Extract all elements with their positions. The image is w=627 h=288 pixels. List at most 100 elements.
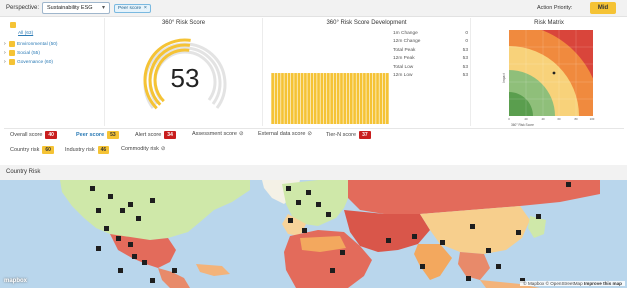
assessment-score[interactable]: Assessment score ⊘ <box>192 131 244 137</box>
action-priority-button[interactable]: Mid <box>590 2 616 14</box>
filter-chip-label: Peer score <box>118 6 142 11</box>
risk-score-title: 360° Risk Score <box>161 20 206 26</box>
perspective-label: Perspective: <box>6 5 40 11</box>
development-bar <box>310 73 314 124</box>
stat-row: 12m Change 0 <box>393 39 468 45</box>
risk-matrix-chart: Impact 0 20 40 60 80 100 360° Risk Score <box>502 30 595 127</box>
development-bar <box>294 73 297 124</box>
divider <box>4 128 624 129</box>
stat-row: 12m Low 53 <box>393 72 468 78</box>
stat-row: 12m Peak 53 <box>393 56 468 62</box>
alert-score[interactable]: Alert score 34 <box>135 131 176 139</box>
stat-row: Total Low 53 <box>393 64 468 70</box>
tier-n-score[interactable]: Tier-N score 37 <box>326 131 371 139</box>
region-japan[interactable] <box>528 216 546 238</box>
development-bar <box>277 73 281 124</box>
risk-matrix-panel: Risk Matrix Impact 0 20 40 60 80 100 360… <box>470 18 627 127</box>
checkbox-icon[interactable] <box>10 22 16 28</box>
external-data-score[interactable]: External data score ⊘ <box>258 131 312 137</box>
tree-item-governance[interactable]: › Governance (60) <box>4 58 53 66</box>
development-bar <box>323 73 327 124</box>
tree-item-label[interactable]: All (63) <box>18 31 33 36</box>
development-bar <box>353 73 356 124</box>
development-bar <box>297 73 301 124</box>
country-risk-map[interactable]: mapbox © Mapbox © OpenStreetMap Improve … <box>0 180 627 288</box>
improve-map-link[interactable]: Improve this map <box>584 281 622 286</box>
region-caribbean[interactable] <box>196 264 230 276</box>
perspective-select-value: Sustainability ESG <box>47 5 93 11</box>
development-bar <box>343 73 347 124</box>
development-bar <box>372 73 376 124</box>
checkbox-icon[interactable] <box>9 41 15 47</box>
development-title: 360° Risk Score Development <box>326 20 407 26</box>
development-bar <box>284 73 288 124</box>
development-bar <box>281 73 284 124</box>
score-badge: 53 <box>107 131 119 139</box>
overall-score[interactable]: Overall score 40 <box>10 131 57 139</box>
matrix-tick: 40 <box>541 117 545 121</box>
development-bar <box>313 73 317 124</box>
risk-score-gauge: 53 <box>135 30 235 127</box>
risk-score-panel: 360° Risk Score 53 <box>104 18 262 126</box>
perspective-bar: Perspective: Sustainability ESG ▾ Peer s… <box>0 0 627 17</box>
risk-development-panel: 360° Risk Score Development 1m Change 0 1… <box>262 18 470 126</box>
development-bar <box>366 73 370 124</box>
development-bar <box>363 73 366 124</box>
development-bar <box>379 73 383 124</box>
development-bar <box>369 73 373 124</box>
score-badge: 60 <box>42 146 54 154</box>
development-bar <box>330 73 333 124</box>
development-bar <box>340 73 343 124</box>
clock-icon: ⊘ <box>307 131 312 137</box>
tree-item-label: Environmental (50) <box>17 41 58 47</box>
attribution-mapbox-link[interactable]: © Mapbox <box>523 281 544 286</box>
score-badge: 46 <box>97 146 110 154</box>
development-bar <box>336 73 340 124</box>
tree-item-label: Governance (60) <box>17 59 53 65</box>
score-badge: 40 <box>45 131 57 139</box>
peer-score-filter-chip[interactable]: Peer score × <box>114 4 151 13</box>
development-bar <box>304 73 307 124</box>
region-southeast-asia[interactable] <box>458 252 490 280</box>
tree-item-social[interactable]: › Social (55) <box>4 49 40 57</box>
region-russia[interactable] <box>348 180 600 214</box>
mapbox-logo[interactable]: mapbox <box>4 278 27 284</box>
score-badge: 34 <box>164 131 176 139</box>
development-bar <box>382 73 386 124</box>
development-bar <box>271 73 274 124</box>
development-bar <box>333 73 337 124</box>
chevron-down-icon: ▾ <box>101 5 105 11</box>
close-icon[interactable]: × <box>144 5 147 11</box>
matrix-tick: 100 <box>590 117 595 121</box>
tree-item-environmental[interactable]: › Environmental (50) <box>4 40 58 48</box>
development-bar <box>376 73 379 124</box>
industry-risk[interactable]: Industry risk 46 <box>65 146 110 154</box>
matrix-tick: 60 <box>557 117 561 121</box>
attribution-osm-link[interactable]: © OpenStreetMap <box>546 281 583 286</box>
commodity-risk[interactable]: Commodity risk ⊘ <box>121 146 166 152</box>
region-india[interactable] <box>414 244 452 280</box>
development-bar <box>327 73 330 124</box>
tree-item-all[interactable] <box>10 21 18 29</box>
checkbox-icon[interactable] <box>9 50 15 56</box>
development-bar <box>307 73 311 124</box>
checkbox-icon[interactable] <box>9 59 15 65</box>
map-attribution: © Mapbox © OpenStreetMap Improve this ma… <box>520 281 625 286</box>
development-bar <box>287 73 291 124</box>
matrix-ylabel: Impact <box>502 73 506 83</box>
matrix-point <box>552 71 556 75</box>
country-risk[interactable]: Country risk 60 <box>10 146 54 154</box>
tree-item-label: Social (55) <box>17 50 40 56</box>
perspective-select[interactable]: Sustainability ESG ▾ <box>42 2 110 14</box>
matrix-tick: 20 <box>524 117 528 121</box>
matrix-tick: 0 <box>508 117 510 121</box>
action-priority-label: Action Priority: <box>537 5 573 11</box>
country-risk-header: Country Risk <box>0 165 627 180</box>
category-tree: All (63) › Environmental (50) › Social (… <box>4 18 102 126</box>
region-north-america[interactable] <box>60 180 250 240</box>
tree-item-all-label-row[interactable]: All (63) <box>18 29 33 37</box>
peer-score[interactable]: Peer score 53 <box>76 131 119 139</box>
development-bar <box>300 73 304 124</box>
development-bar-chart <box>271 73 389 124</box>
development-bar <box>346 73 350 124</box>
